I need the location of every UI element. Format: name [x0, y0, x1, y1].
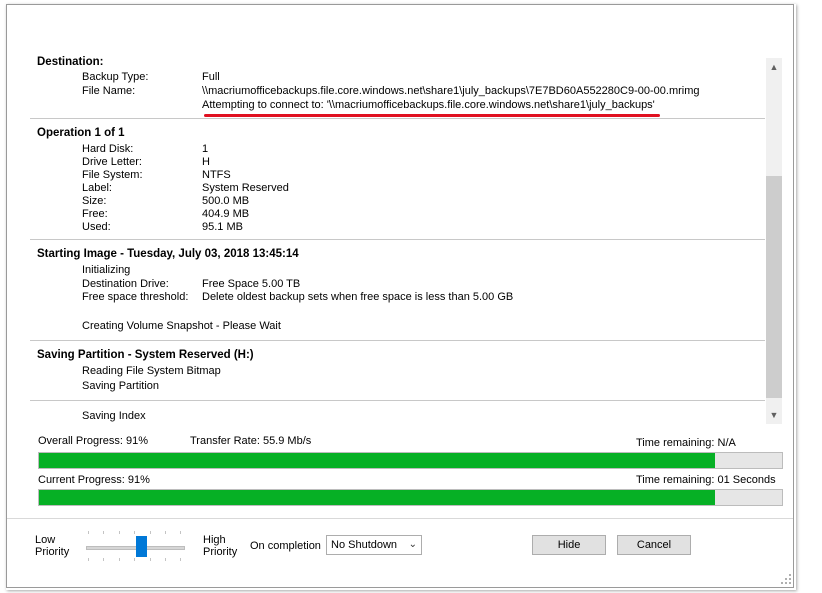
connect-message: Attempting to connect to: '\\macriumoffi… [202, 99, 655, 111]
volume-label-value: System Reserved [202, 182, 289, 194]
high-priority-label: High Priority [203, 534, 237, 558]
current-progress-label: Current Progress: 91% [38, 474, 150, 486]
overall-progress-fill [39, 453, 716, 468]
free-space-threshold-label: Free space threshold: [82, 291, 189, 303]
hide-button[interactable]: Hide [532, 535, 606, 555]
size-label: Size: [82, 195, 107, 207]
current-progress-bar [38, 489, 783, 506]
divider [30, 239, 765, 240]
initializing-text: Initializing [82, 264, 131, 276]
annotation-underline [204, 114, 660, 117]
scroll-down-icon[interactable]: ▼ [766, 408, 782, 422]
on-completion-label: On completion [250, 540, 321, 552]
scroll-up-icon[interactable]: ▲ [766, 60, 782, 74]
file-name-label: File Name: [82, 85, 136, 97]
file-system-value: NTFS [202, 169, 231, 181]
backup-type-label: Backup Type: [82, 71, 149, 83]
overall-time-remaining: Time remaining: N/A [636, 437, 736, 449]
current-progress-fill [39, 490, 716, 505]
low-priority-label: Low Priority [35, 534, 69, 558]
reading-bitmap-text: Reading File System Bitmap [82, 365, 221, 377]
low-priority-line1: Low [35, 534, 56, 546]
used-label: Used: [82, 221, 111, 233]
on-completion-select[interactable]: No Shutdown ⌄ [326, 535, 422, 555]
log-panel: Destination: Backup Type: Full File Name… [30, 50, 765, 424]
destination-heading: Destination: [37, 56, 104, 68]
hard-disk-value: 1 [202, 143, 209, 155]
low-priority-line2: Priority [35, 546, 70, 558]
high-priority-line2: Priority [203, 546, 238, 558]
footer-divider [7, 518, 793, 519]
priority-slider-thumb[interactable] [136, 536, 148, 557]
overall-progress-bar [38, 452, 783, 469]
chevron-down-icon: ⌄ [408, 539, 417, 550]
size-value: 500.0 MB [202, 195, 250, 207]
divider [30, 340, 765, 341]
free-label: Free: [82, 208, 108, 220]
used-value: 95.1 MB [202, 221, 243, 233]
saving-partition-text: Saving Partition [82, 380, 160, 392]
on-completion-value: No Shutdown [331, 539, 398, 551]
snapshot-text: Creating Volume Snapshot - Please Wait [82, 320, 281, 332]
drive-letter-value: H [202, 156, 210, 168]
free-space-threshold-value: Delete oldest backup sets when free spac… [202, 291, 514, 303]
saving-index-text: Saving Index [82, 410, 146, 422]
destination-drive-value: Free Space 5.00 TB [202, 278, 301, 290]
divider [30, 400, 765, 401]
current-time-remaining: Time remaining: 01 Seconds [636, 474, 776, 486]
operation-heading: Operation 1 of 1 [37, 127, 125, 139]
starting-image-heading: Starting Image - Tuesday, July 03, 2018 … [37, 248, 299, 260]
divider [30, 118, 765, 119]
transfer-rate: Transfer Rate: 55.9 Mb/s [190, 435, 312, 447]
volume-label-label: Label: [82, 182, 112, 194]
free-value: 404.9 MB [202, 208, 250, 220]
backup-type-value: Full [202, 71, 220, 83]
high-priority-line1: High [203, 534, 226, 546]
overall-progress-label: Overall Progress: 91% [38, 435, 149, 447]
resize-grip-icon[interactable] [780, 573, 792, 585]
file-name-value: \\macriumofficebackups.file.core.windows… [202, 85, 700, 97]
cancel-button[interactable]: Cancel [617, 535, 691, 555]
destination-drive-label: Destination Drive: [82, 278, 169, 290]
saving-partition-heading: Saving Partition - System Reserved (H:) [37, 349, 254, 361]
hard-disk-label: Hard Disk: [82, 143, 134, 155]
file-system-label: File System: [82, 169, 143, 181]
scrollbar-thumb[interactable] [766, 176, 782, 398]
drive-letter-label: Drive Letter: [82, 156, 142, 168]
